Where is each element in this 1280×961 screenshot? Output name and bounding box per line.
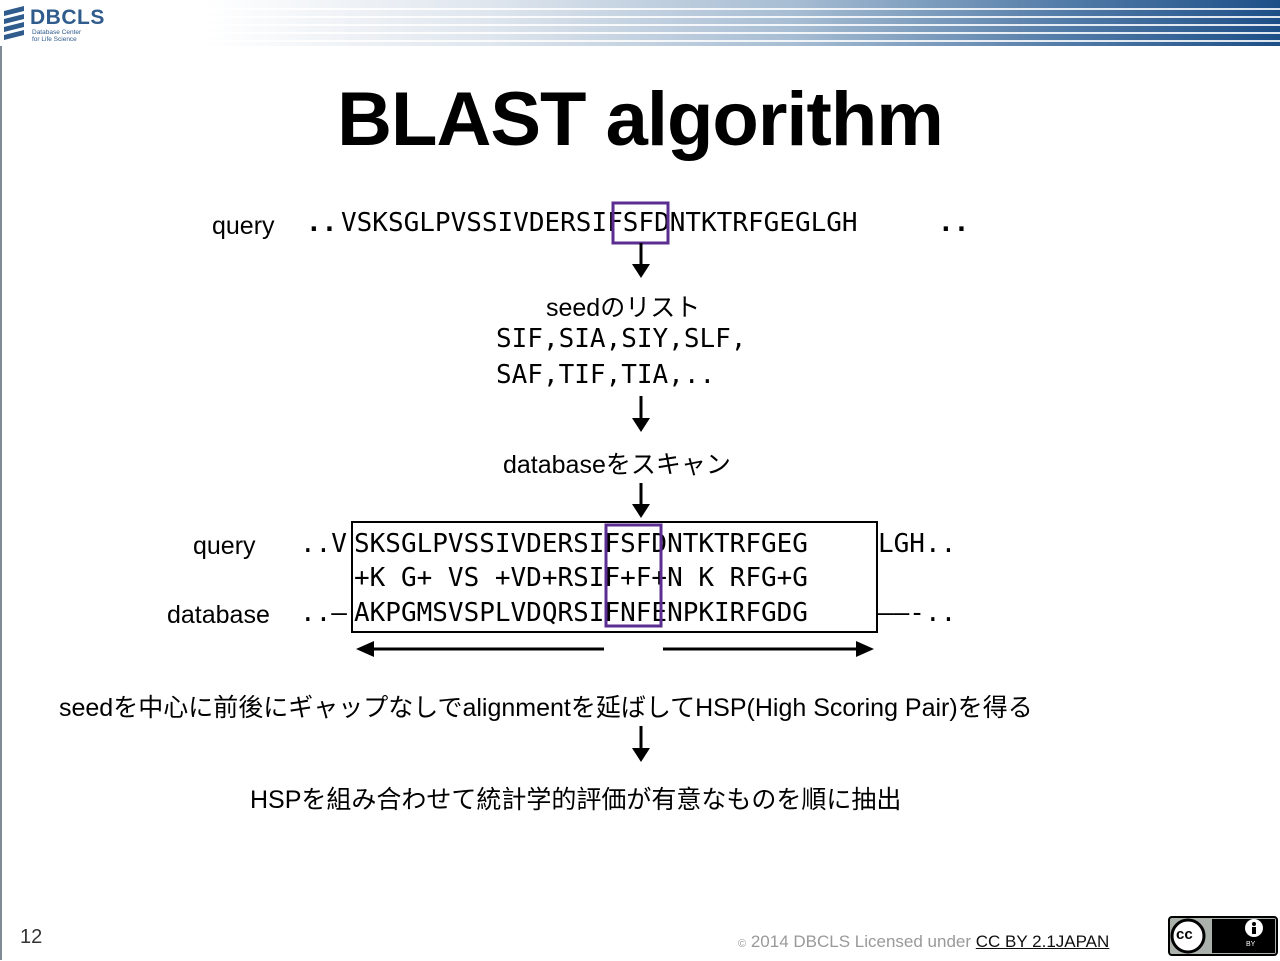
hsp-alignment-box: [351, 521, 878, 633]
down-arrow-1: [632, 243, 650, 278]
seed-highlight-box-alignment: [604, 523, 663, 628]
cc-by-badge[interactable]: cc BY: [1168, 916, 1278, 956]
diagram-graphics: [351, 201, 878, 762]
copyright-symbol: ©: [738, 938, 747, 950]
license-link[interactable]: CC BY 2.1JAPAN: [976, 932, 1110, 951]
badge-cc-text: cc: [1176, 926, 1193, 943]
badge-by-text: BY: [1246, 941, 1256, 948]
down-arrow-3: [632, 483, 650, 518]
page-number: 12: [20, 926, 43, 948]
copyright-text: 2014 DBCLS Licensed under: [746, 932, 976, 951]
copyright-notice: © 2014 DBCLS Licensed under CC BY 2.1JAP…: [738, 932, 1109, 952]
seed-highlight-box-top: [611, 201, 670, 245]
down-arrow-4: [632, 726, 650, 762]
extend-right-arrow: [663, 641, 874, 657]
extend-left-arrow: [356, 641, 604, 657]
down-arrow-2: [632, 396, 650, 432]
